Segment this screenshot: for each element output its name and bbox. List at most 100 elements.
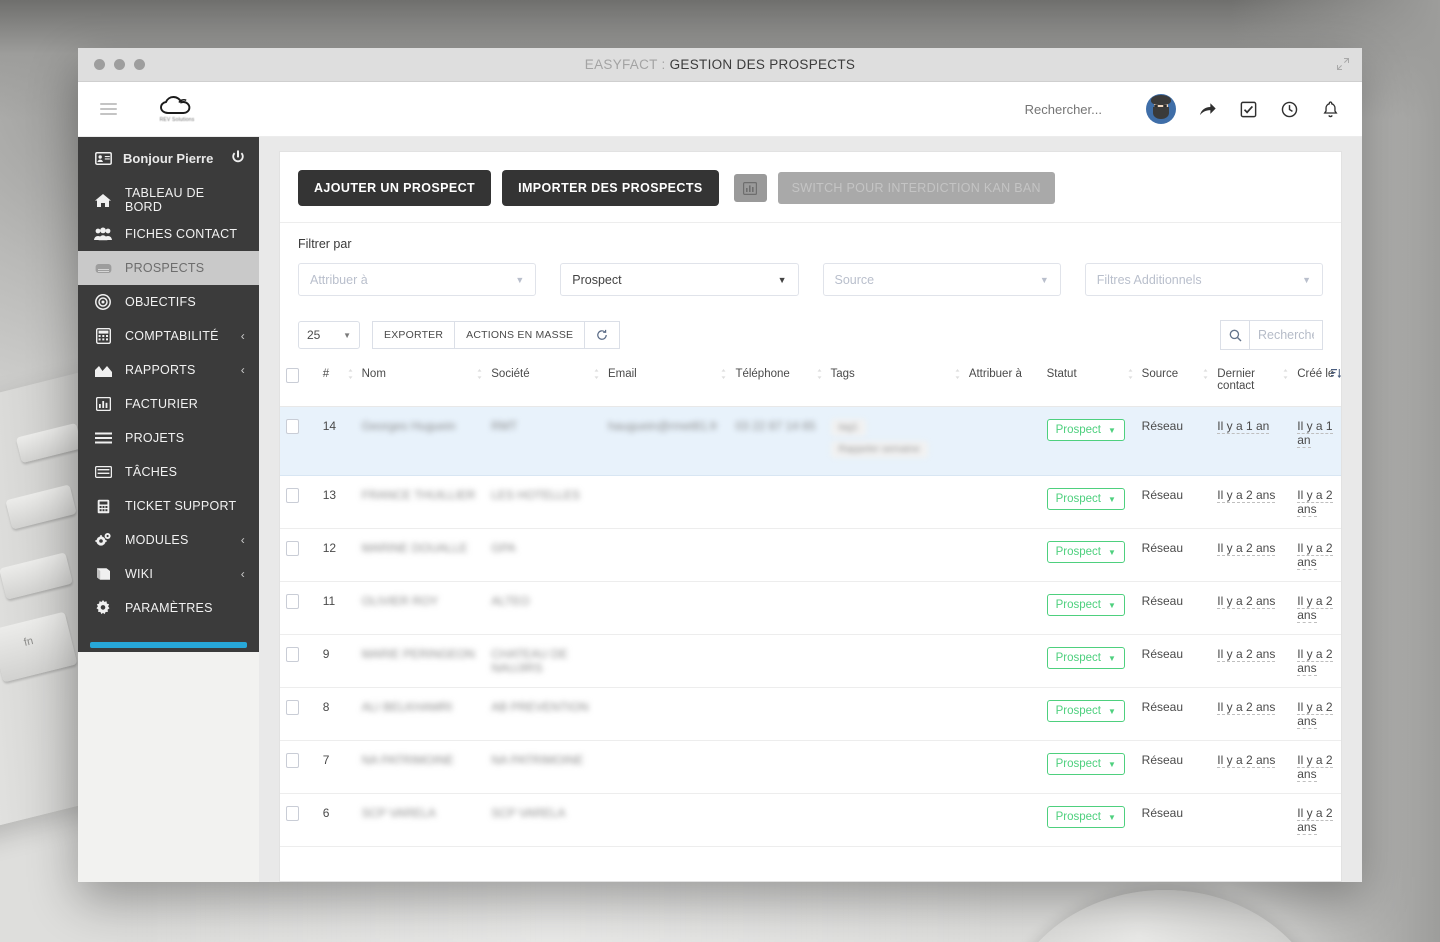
status-badge[interactable]: Prospect ▼ [1046, 753, 1125, 775]
table-header-statut[interactable]: Statut [1040, 360, 1136, 407]
sidebar-item-facturier[interactable]: FACTURIER [78, 387, 259, 421]
sidebar-item-wiki[interactable]: WIKI ‹ [78, 557, 259, 591]
table-row[interactable]: 6 SCP VARELA SCP VARELA Prospect ▼ Réseau… [280, 793, 1341, 847]
chevron-left-icon: ‹ [240, 363, 245, 377]
sidebar-item-ticket-support[interactable]: TICKET SUPPORT [78, 489, 259, 523]
logo-subtext: REV Solutions [159, 117, 195, 123]
table-header-cree-le[interactable]: Créé le [1291, 360, 1341, 407]
sidebar-item-projets[interactable]: PROJETS [78, 421, 259, 455]
status-badge[interactable]: Prospect ▼ [1046, 806, 1125, 828]
row-checkbox[interactable] [286, 806, 299, 821]
sidebar-item-tableau-de-bord[interactable]: TABLEAU DE BORD [78, 183, 259, 217]
select-all-checkbox[interactable] [286, 368, 299, 383]
chevron-down-icon: ▼ [1107, 494, 1116, 504]
status-badge[interactable]: Prospect ▼ [1046, 541, 1125, 563]
status-badge[interactable]: Prospect ▼ [1046, 488, 1125, 510]
power-icon[interactable] [231, 149, 245, 167]
filter-additional-select[interactable]: Filtres Additionnels ▼ [1084, 263, 1323, 296]
sidebar-item-label: PARAMÈTRES [125, 601, 213, 615]
sidebar-greeting-label: Bonjour Pierre [123, 150, 214, 166]
row-select-cell [280, 634, 317, 688]
row-source: Réseau [1135, 475, 1212, 529]
table-row[interactable]: 8 ALI BELKHAMRI AB PREVENTION Prospect ▼ … [280, 687, 1341, 741]
filter-assigned-to-select[interactable]: Attribuer à ▼ [298, 263, 537, 296]
row-source: Réseau [1135, 793, 1212, 847]
row-societe: AB PREVENTION [485, 687, 602, 741]
sidebar-item-prospects[interactable]: PROSPECTS [78, 251, 259, 285]
tag-pill[interactable]: tag1 [830, 419, 866, 436]
filter-source-select[interactable]: Source ▼ [822, 263, 1061, 296]
sidebar-item-objectifs[interactable]: OBJECTIFS [78, 285, 259, 319]
kanban-switch-button[interactable]: SWITCH POUR INTERDICTION KAN BAN [777, 172, 1055, 204]
table-row[interactable]: 9 MARIE PERINGEON CHATEAU DE NAUJIRS Pro… [280, 634, 1341, 688]
row-attribuer-a [962, 475, 1041, 529]
row-cree-le: Il y a 2 ans [1291, 528, 1341, 582]
table-search-input[interactable] [1250, 320, 1323, 350]
table-header-source[interactable]: Source [1135, 360, 1212, 407]
table-row[interactable]: 14 Georges Huguein RMT hauguein@rmet81.f… [280, 406, 1341, 476]
tasks-check-icon[interactable] [1239, 100, 1258, 119]
table-header-dernier-contact[interactable]: Dernier contact [1211, 360, 1292, 407]
cloud-logo-icon[interactable]: REV Solutions [157, 95, 197, 123]
filter-status-value: Prospect [572, 272, 622, 287]
status-badge[interactable]: Prospect ▼ [1046, 647, 1125, 669]
table-header-tags[interactable]: Tags [824, 360, 963, 407]
sidebar-item-modules[interactable]: MODULES ‹ [78, 523, 259, 557]
notifications-bell-icon[interactable] [1321, 100, 1340, 119]
row-nom: SCP VARELA [355, 793, 486, 847]
table-row[interactable]: 7 NA PATRIMOINE NA PATRIMOINE Prospect ▼ … [280, 740, 1341, 794]
status-badge[interactable]: Prospect ▼ [1046, 594, 1125, 616]
sort-grip-icon [1203, 369, 1208, 379]
chevron-down-icon: ▼ [1302, 274, 1311, 285]
sidebar-item-fiches-contact[interactable]: FICHES CONTACT [78, 217, 259, 251]
chevron-down-icon: ▼ [1107, 759, 1116, 769]
page-size-select[interactable]: 25 ▼ [298, 321, 360, 349]
tag-pill[interactable]: Rappeler semaine [830, 441, 928, 458]
chevron-down-icon: ▼ [1107, 653, 1116, 663]
user-avatar[interactable] [1146, 94, 1176, 124]
chart-view-button[interactable] [733, 174, 767, 202]
status-badge[interactable]: Prospect ▼ [1046, 700, 1125, 722]
table-header-societe[interactable]: Société [485, 360, 602, 407]
table-header-telephone[interactable]: Téléphone [729, 360, 825, 407]
row-checkbox[interactable] [286, 753, 299, 768]
chevron-down-icon: ▼ [1107, 547, 1116, 557]
table-row[interactable]: 12 MARINE DOUALLE GPA Prospect ▼ Réseau I… [280, 528, 1341, 582]
table-header-email[interactable]: Email [601, 360, 730, 407]
row-checkbox[interactable] [286, 541, 299, 556]
export-button[interactable]: EXPORTER [372, 321, 456, 349]
filter-status-select[interactable]: Prospect ▼ [560, 263, 799, 296]
table-row[interactable]: 13 FRANCE THUILLIER LES HOTELLES Prospec… [280, 475, 1341, 529]
sidebar-progress-bar [90, 642, 247, 648]
row-checkbox[interactable] [286, 594, 299, 609]
table-row[interactable]: 11 OLIVIER ROY ALTEO Prospect ▼ Réseau Il… [280, 581, 1341, 635]
refresh-button[interactable] [585, 321, 621, 349]
sidebar-item-comptabilite[interactable]: COMPTABILITÉ ‹ [78, 319, 259, 353]
sidebar-item-taches[interactable]: TÂCHES [78, 455, 259, 489]
row-dernier-contact: Il y a 2 ans [1211, 634, 1292, 688]
hamburger-menu-icon[interactable] [100, 103, 117, 115]
row-checkbox[interactable] [286, 647, 299, 662]
table-header-num[interactable]: # [316, 360, 356, 407]
row-attribuer-a [962, 687, 1041, 741]
sort-descending-icon[interactable] [1331, 368, 1341, 379]
history-clock-icon[interactable] [1280, 100, 1299, 119]
row-societe: GPA [485, 528, 602, 582]
sidebar-item-parametres[interactable]: PARAMÈTRES [78, 591, 259, 625]
row-checkbox[interactable] [286, 700, 299, 715]
row-checkbox[interactable] [286, 488, 299, 503]
search-icon[interactable] [1220, 320, 1250, 350]
area-chart-icon [94, 361, 112, 379]
bulk-actions-button[interactable]: ACTIONS EN MASSE [455, 321, 586, 349]
sidebar-item-rapports[interactable]: RAPPORTS ‹ [78, 353, 259, 387]
resize-corner-icon[interactable] [1336, 57, 1350, 71]
status-badge[interactable]: Prospect ▼ [1046, 419, 1125, 441]
global-search-input[interactable] [922, 101, 1102, 117]
add-prospect-button[interactable]: AJOUTER UN PROSPECT [298, 170, 492, 206]
list-icon [94, 429, 112, 447]
row-checkbox[interactable] [286, 419, 299, 434]
import-prospects-button[interactable]: IMPORTER DES PROSPECTS [502, 170, 719, 206]
table-header-nom[interactable]: Nom [355, 360, 486, 407]
share-arrow-icon[interactable] [1198, 100, 1217, 119]
table-header-attribuer-a[interactable]: Attribuer à [962, 360, 1041, 407]
